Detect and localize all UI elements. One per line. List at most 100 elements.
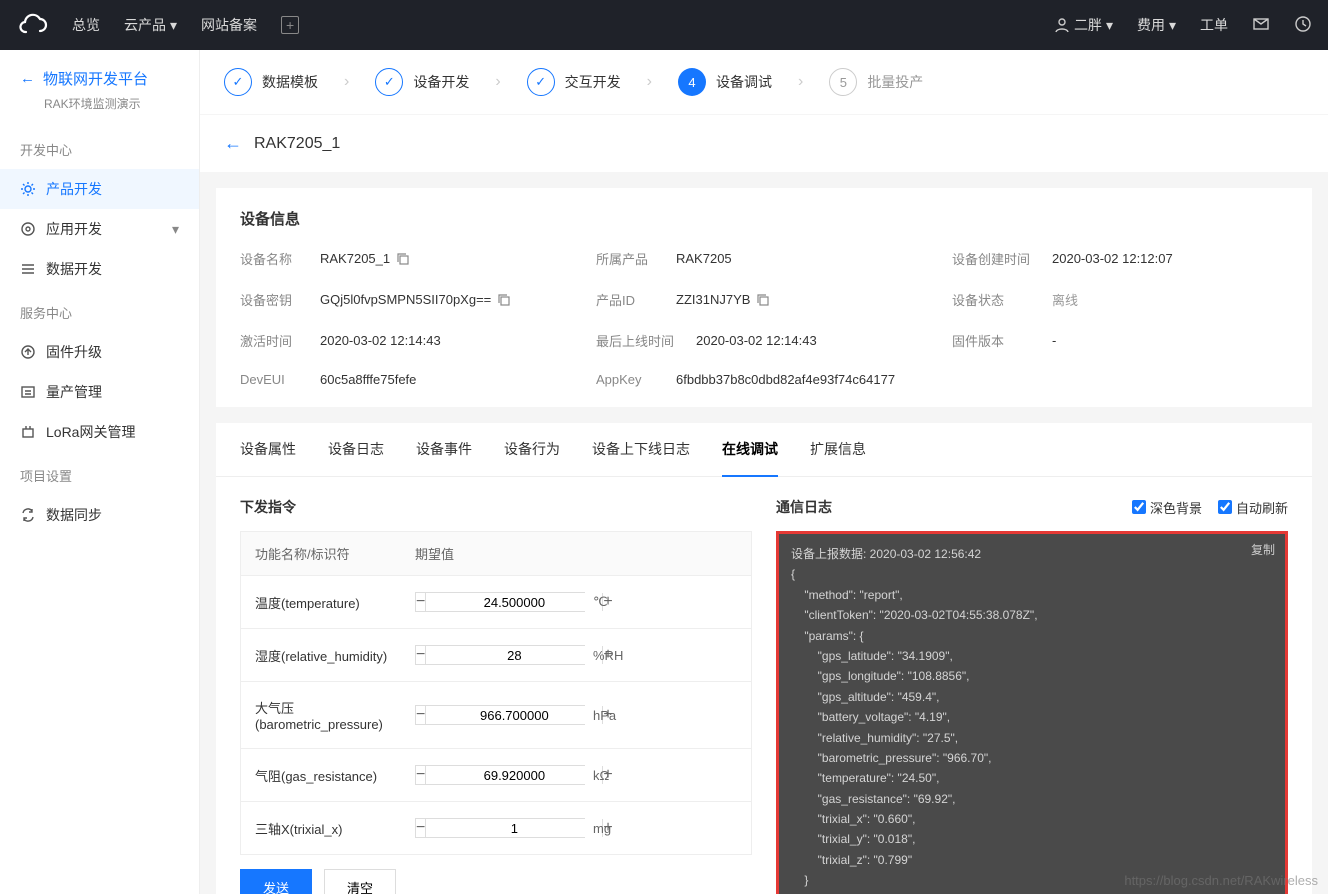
sidebar-item-product-dev[interactable]: 产品开发 — [0, 169, 199, 209]
nav-cloud-products[interactable]: 云产品 ▾ — [124, 15, 177, 35]
sidebar-item-lora-gateway[interactable]: LoRa网关管理 — [0, 412, 199, 452]
log-output[interactable]: 复制设备上报数据: 2020-03-02 12:56:42 { "method"… — [776, 531, 1288, 894]
copy-icon[interactable] — [497, 293, 511, 307]
value-input[interactable] — [426, 819, 602, 837]
sidebar: ← 物联网开发平台 RAK环境监测演示 开发中心 产品开发 应用开发▾ 数据开发… — [0, 50, 200, 894]
label-activation: 激活时间 — [240, 331, 300, 350]
add-icon[interactable]: + — [281, 16, 299, 34]
sidebar-item-data-dev[interactable]: 数据开发 — [0, 249, 199, 289]
arrow-left-icon: ← — [20, 70, 35, 87]
copy-icon[interactable] — [396, 252, 410, 266]
sidebar-item-app-dev[interactable]: 应用开发▾ — [0, 209, 199, 249]
value-activation: 2020-03-02 12:14:43 — [320, 331, 441, 350]
value-stepper[interactable]: − + — [415, 818, 585, 838]
label-appkey: AppKey — [596, 372, 656, 387]
value-appkey: 6fbdbb37b8c0dbd82af4e93f74c64177 — [676, 372, 895, 387]
command-row: 温度(temperature) − + ℃ — [241, 575, 751, 628]
value-product: RAK7205 — [676, 249, 732, 268]
tab-online-debug[interactable]: 在线调试 — [722, 423, 778, 477]
col-header-value: 期望值 — [415, 544, 454, 563]
tab-attributes[interactable]: 设备属性 — [240, 423, 296, 476]
value-input[interactable] — [426, 706, 602, 724]
label-secret: 设备密钥 — [240, 290, 300, 309]
nav-ticket[interactable]: 工单 — [1200, 15, 1228, 35]
value-input[interactable] — [426, 766, 602, 784]
nav-fee[interactable]: 费用 ▾ — [1137, 15, 1176, 35]
col-header-name: 功能名称/标识符 — [255, 544, 415, 563]
value-input[interactable] — [426, 593, 602, 611]
tab-device-event[interactable]: 设备事件 — [416, 423, 472, 476]
decrement-button[interactable]: − — [416, 819, 426, 837]
tab-device-log[interactable]: 设备日志 — [328, 423, 384, 476]
decrement-button[interactable]: − — [416, 706, 426, 724]
sidebar-back-link[interactable]: ← 物联网开发平台 — [0, 50, 199, 95]
command-row: 湿度(relative_humidity) − + %RH — [241, 628, 751, 681]
comm-log-title: 通信日志 — [776, 497, 832, 517]
label-last-online: 最后上线时间 — [596, 331, 676, 350]
sidebar-item-firmware[interactable]: 固件升级 — [0, 332, 199, 372]
command-table: 功能名称/标识符 期望值 温度(temperature) − + ℃ 湿度(re… — [240, 531, 752, 855]
command-row: 三轴X(trixial_x) − + mg — [241, 801, 751, 854]
tab-ext-info[interactable]: 扩展信息 — [810, 423, 866, 476]
chevron-right-icon: › — [647, 73, 652, 91]
value-status: 离线 — [1052, 290, 1078, 309]
send-command-title: 下发指令 — [240, 497, 752, 517]
decrement-button[interactable]: − — [416, 593, 426, 611]
tab-online-log[interactable]: 设备上下线日志 — [592, 423, 690, 476]
clock-icon[interactable] — [1294, 15, 1312, 36]
send-button[interactable]: 发送 — [240, 869, 312, 894]
sidebar-item-mass-prod[interactable]: 量产管理 — [0, 372, 199, 412]
label-device-name: 设备名称 — [240, 249, 300, 268]
label-deveui: DevEUI — [240, 372, 300, 387]
decrement-button[interactable]: − — [416, 766, 426, 784]
chevron-right-icon: › — [495, 73, 500, 91]
mail-icon[interactable] — [1252, 15, 1270, 36]
value-stepper[interactable]: − + — [415, 592, 585, 612]
page-title: RAK7205_1 — [254, 135, 340, 153]
step-indicator: ✓数据模板 › ✓设备开发 › ✓交互开发 › 4设备调试 › 5批量投产 — [200, 50, 1328, 114]
sidebar-item-data-sync[interactable]: 数据同步 — [0, 495, 199, 535]
value-stepper[interactable]: − + — [415, 645, 585, 665]
dark-bg-checkbox[interactable]: 深色背景 — [1132, 498, 1202, 517]
value-input[interactable] — [426, 646, 602, 664]
label-status: 设备状态 — [952, 290, 1032, 309]
unit-label: hPa — [593, 708, 616, 723]
value-stepper[interactable]: − + — [415, 705, 585, 725]
command-row: 气阻(gas_resistance) − + kΩ — [241, 748, 751, 801]
auto-refresh-checkbox[interactable]: 自动刷新 — [1218, 498, 1288, 517]
copy-icon[interactable] — [756, 293, 770, 307]
cloud-logo-icon — [16, 9, 48, 41]
sidebar-section-service: 服务中心 — [0, 289, 199, 332]
chevron-down-icon: ▾ — [1106, 17, 1113, 34]
sidebar-section-dev: 开发中心 — [0, 126, 199, 169]
nav-overview[interactable]: 总览 — [72, 15, 100, 35]
value-stepper[interactable]: − + — [415, 765, 585, 785]
tab-device-behavior[interactable]: 设备行为 — [504, 423, 560, 476]
back-arrow-icon[interactable]: ← — [224, 133, 242, 154]
step-5[interactable]: 5批量投产 — [829, 68, 923, 96]
chevron-down-icon: ▾ — [1169, 17, 1176, 34]
step-3[interactable]: ✓交互开发 — [527, 68, 621, 96]
command-label: 气阻(gas_resistance) — [255, 766, 415, 785]
step-4[interactable]: 4设备调试 — [678, 68, 772, 96]
label-created: 设备创建时间 — [952, 249, 1032, 268]
decrement-button[interactable]: − — [416, 646, 426, 664]
chevron-right-icon: › — [344, 73, 349, 91]
step-1[interactable]: ✓数据模板 — [224, 68, 318, 96]
step-2[interactable]: ✓设备开发 — [375, 68, 469, 96]
clear-button[interactable]: 清空 — [324, 869, 396, 894]
command-label: 大气压(barometric_pressure) — [255, 698, 415, 732]
chevron-right-icon: › — [798, 73, 803, 91]
main-content: ✓数据模板 › ✓设备开发 › ✓交互开发 › 4设备调试 › 5批量投产 ← … — [200, 50, 1328, 894]
value-secret: GQj5l0fvpSMPN5SII70pXg== — [320, 290, 511, 309]
nav-website-filing[interactable]: 网站备案 — [201, 15, 257, 35]
unit-label: kΩ — [593, 768, 609, 783]
nav-user[interactable]: 二胖 ▾ — [1054, 15, 1113, 35]
copy-log-button[interactable]: 复制 — [1251, 540, 1275, 560]
value-created: 2020-03-02 12:12:07 — [1052, 249, 1173, 268]
label-pid: 产品ID — [596, 290, 656, 309]
unit-label: mg — [593, 821, 611, 836]
sidebar-section-project: 项目设置 — [0, 452, 199, 495]
value-device-name: RAK7205_1 — [320, 249, 410, 268]
value-pid: ZZI31NJ7YB — [676, 290, 770, 309]
